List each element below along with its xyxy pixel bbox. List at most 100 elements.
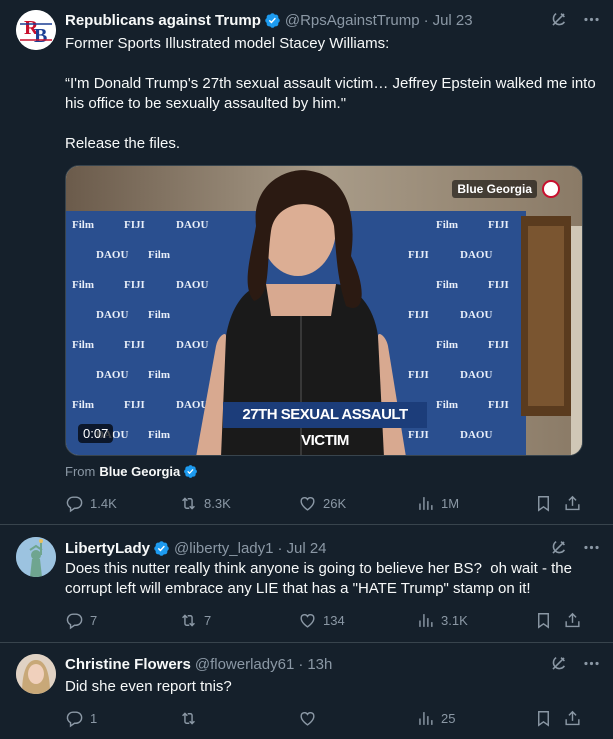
backdrop-logo: DAOU	[460, 309, 492, 321]
backdrop-logo: FIJI	[124, 339, 145, 351]
timestamp[interactable]: 13h	[307, 656, 332, 673]
reply-tweet[interactable]: Christine Flowers @flowerlady61 · 13h Di…	[0, 643, 613, 739]
repost-button[interactable]: 8.3K	[179, 494, 231, 513]
verified-badge-icon	[153, 540, 170, 557]
backdrop-logo: Film	[148, 249, 170, 261]
bookmark-button[interactable]	[534, 709, 553, 728]
georgia-map-icon	[542, 180, 560, 198]
views-icon	[416, 709, 435, 728]
like-button[interactable]: 26K	[298, 494, 346, 513]
svg-text:B: B	[34, 25, 47, 47]
like-icon	[298, 494, 317, 513]
video-source: From Blue Georgia	[65, 464, 198, 479]
like-button[interactable]: 134	[298, 611, 345, 630]
more-icon[interactable]	[582, 10, 601, 29]
bookmark-button[interactable]	[534, 494, 553, 513]
backdrop-logo: FIJI	[488, 279, 509, 291]
bookmark-button[interactable]	[534, 611, 553, 630]
backdrop-logo: DAOU	[96, 369, 128, 381]
backdrop-logo: FIJI	[408, 309, 429, 321]
backdrop-logo: Film	[72, 399, 94, 411]
more-icon[interactable]	[582, 538, 601, 557]
backdrop-logo: Film	[72, 339, 94, 351]
backdrop-logo: Film	[436, 279, 458, 291]
backdrop-logo: FIJI	[124, 279, 145, 291]
bookmark-icon	[534, 709, 553, 728]
backdrop-logo: Film	[436, 219, 458, 231]
grok-icon[interactable]	[549, 10, 568, 29]
reply-count: 1	[90, 711, 98, 726]
video-player[interactable]: Film FIJI DAOU Film FIJI DAOU Film FIJI DAOU Film…	[65, 165, 583, 456]
handle[interactable]: @RpsAgainstTrump	[285, 12, 420, 29]
like-icon	[298, 611, 317, 630]
handle[interactable]: @flowerlady61	[195, 656, 294, 673]
display-name[interactable]: LibertyLady	[65, 540, 150, 557]
avatar[interactable]	[16, 654, 56, 694]
reply-tweet[interactable]: LibertyLady @liberty_lady1 · Jul 24 Does…	[0, 525, 613, 643]
tweet-main[interactable]: R B Republicans against Trump @RpsAgains…	[0, 0, 613, 525]
from-label: From	[65, 464, 96, 479]
grok-icon[interactable]	[549, 654, 568, 673]
separator-dot: ·	[423, 11, 429, 29]
timestamp[interactable]: Jul 23	[433, 12, 473, 29]
backdrop-logo: DAOU	[460, 429, 492, 441]
action-bar: 1 25	[65, 709, 601, 729]
backdrop-logo: DAOU	[176, 339, 208, 351]
bookmark-icon	[534, 611, 553, 630]
source-name[interactable]: Blue Georgia	[99, 464, 180, 479]
like-button[interactable]	[298, 709, 323, 728]
like-count: 134	[323, 613, 345, 628]
handle[interactable]: @liberty_lady1	[174, 540, 273, 557]
backdrop-logo: Film	[148, 369, 170, 381]
repost-button[interactable]: 7	[179, 611, 211, 630]
share-button[interactable]	[563, 709, 582, 728]
video-watermark: Blue Georgia	[452, 180, 560, 198]
share-icon	[563, 494, 582, 513]
views-button[interactable]: 1M	[416, 494, 459, 513]
watermark-label: Blue Georgia	[452, 180, 537, 198]
backdrop-logo: FIJI	[124, 219, 145, 231]
display-name[interactable]: Republicans against Trump	[65, 12, 261, 29]
backdrop-logo: DAOU	[460, 369, 492, 381]
share-button[interactable]	[563, 611, 582, 630]
avatar[interactable]: R B	[16, 10, 56, 50]
backdrop-logo: FIJI	[488, 339, 509, 351]
reply-icon	[65, 709, 84, 728]
backdrop-logo: FIJI	[408, 249, 429, 261]
backdrop-logo: DAOU	[460, 249, 492, 261]
views-count: 3.1K	[441, 613, 468, 628]
grok-icon[interactable]	[549, 538, 568, 557]
views-button[interactable]: 25	[416, 709, 455, 728]
rb-logo-icon: R B	[16, 10, 56, 50]
backdrop-logo: FIJI	[408, 429, 429, 441]
backdrop-logo: Film	[148, 429, 170, 441]
video-caption: 27TH SEXUAL ASSAULT VICTIM	[242, 406, 408, 449]
reply-button[interactable]: 1.4K	[65, 494, 117, 513]
action-bar: 7 7 134 3.1K	[65, 611, 601, 631]
views-button[interactable]: 3.1K	[416, 611, 468, 630]
timestamp[interactable]: Jul 24	[286, 540, 326, 557]
repost-button[interactable]	[179, 709, 204, 728]
reply-button[interactable]: 7	[65, 611, 97, 630]
display-name[interactable]: Christine Flowers	[65, 656, 191, 673]
tweet-header: Republicans against Trump @RpsAgainstTru…	[65, 10, 601, 30]
share-button[interactable]	[563, 494, 582, 513]
avatar[interactable]	[16, 537, 56, 577]
like-count: 26K	[323, 496, 347, 511]
repost-icon	[179, 709, 198, 728]
more-icon[interactable]	[582, 654, 601, 673]
tweet-text: Does this nutter really think anyone is …	[65, 560, 577, 597]
backdrop-logo: Film	[436, 399, 458, 411]
backdrop-logo: Film	[148, 309, 170, 321]
reply-icon	[65, 494, 84, 513]
tweet-header: Christine Flowers @flowerlady61 · 13h	[65, 654, 601, 674]
action-bar: 1.4K 8.3K 26K 1M	[65, 494, 601, 514]
backdrop-logo: FIJI	[488, 219, 509, 231]
share-icon	[563, 611, 582, 630]
tweet-header: LibertyLady @liberty_lady1 · Jul 24	[65, 538, 601, 558]
reply-button[interactable]: 1	[65, 709, 97, 728]
verified-badge-icon	[183, 464, 198, 479]
backdrop-logo: DAOU	[176, 219, 208, 231]
backdrop-logo: FIJI	[408, 369, 429, 381]
tweet-text: Did she even report tnis?	[65, 678, 232, 695]
